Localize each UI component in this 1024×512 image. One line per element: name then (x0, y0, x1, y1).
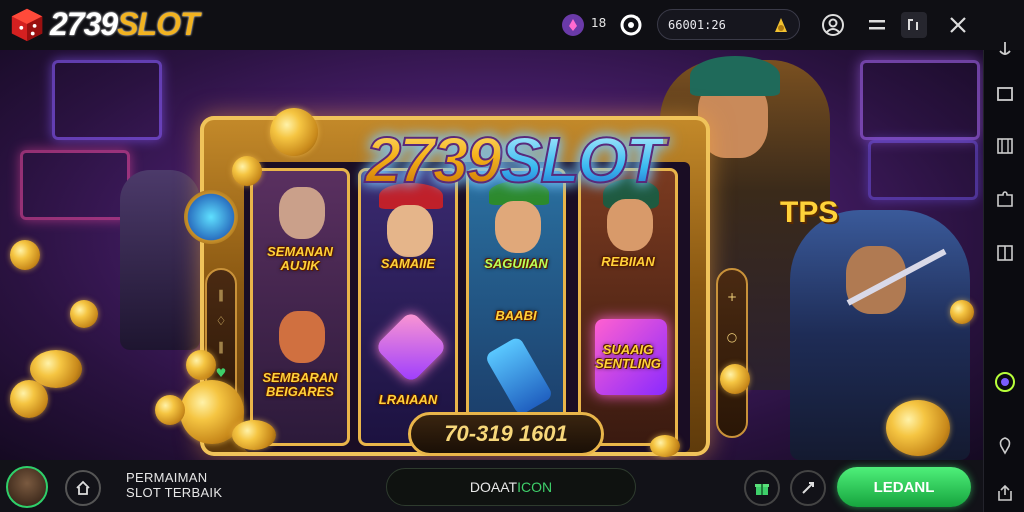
reel-1-character-bottom (279, 311, 325, 363)
wrench-icon (802, 482, 814, 494)
pin-icon[interactable] (992, 433, 1018, 459)
payout-plate: 70-319 1601 (408, 412, 604, 456)
gift-button[interactable] (744, 470, 780, 506)
coin-icon (270, 108, 318, 156)
reel-1-top-label: SEMANAN AUJIK (267, 244, 333, 273)
logo-text: 2739SLOT (50, 5, 200, 43)
window-icon[interactable] (992, 81, 1018, 107)
caption-line-2: SLOT TERBAIK (126, 485, 223, 500)
coin-icon (232, 156, 262, 186)
warrior-hair (690, 56, 780, 96)
reel-4-top-label: REBIIAN (601, 254, 655, 269)
coin-icon (10, 240, 40, 270)
reel-2-top-label: SAMAIIE (380, 256, 436, 271)
reel-1-character-top (279, 187, 325, 239)
reel-4-character-top (607, 199, 653, 251)
reel-3-top-label: SAGUIIAN (484, 256, 548, 271)
tools-button[interactable] (790, 470, 826, 506)
side-badge: TPS (780, 196, 839, 229)
gem-icon[interactable] (560, 12, 586, 38)
neon-sign-pink (20, 150, 130, 220)
neon-sign-right (860, 60, 980, 140)
film-icon[interactable] (992, 133, 1018, 159)
right-tool-rail (983, 42, 1024, 512)
plate-value: 70-319 1601 (444, 421, 568, 446)
app-window: 2739SLOT 18 66001:26 TPS ∥ ♢ ∥ ♥ + ○ SEM… (0, 0, 1024, 512)
coin-icon (186, 350, 216, 380)
caption-line-1: PERMAIMAN (126, 470, 208, 485)
coin-icon (886, 400, 950, 456)
top-bar: 2739SLOT 18 66001:26 (0, 0, 1024, 50)
cta-label: LEDANL (873, 478, 935, 496)
menu-icon[interactable] (864, 12, 890, 38)
refresh-icon[interactable] (618, 12, 644, 38)
marquee-word: SLOT (499, 123, 666, 197)
logo-cube-icon (11, 8, 43, 42)
coin-icon (650, 435, 680, 457)
reel-2-bottom-label: LRAIAAN (378, 392, 438, 407)
code-input[interactable]: DOAATICON (386, 468, 636, 506)
reel-1[interactable]: SEMANAN AUJIK SEMBARAN BEIGARES (250, 168, 350, 446)
reel-3-weapon-icon (484, 335, 554, 417)
emblem-icon (184, 190, 238, 244)
coin-icon (155, 395, 185, 425)
left-character (120, 170, 200, 350)
coin-icon (720, 364, 750, 394)
spinner-icon[interactable] (992, 369, 1018, 395)
input-prefix: DOAAT (469, 479, 518, 495)
home-icon (76, 480, 90, 495)
left-column-glyph-2: ♢ (215, 314, 227, 328)
reel-2-gem-icon (374, 310, 448, 384)
logo-word: SLOT (117, 5, 199, 42)
logo-number: 2739 (50, 5, 118, 42)
balance-value: 66001:26 (668, 17, 726, 32)
close-icon[interactable] (945, 12, 971, 38)
reel-3-bottom-label: BAABI (495, 308, 537, 323)
left-column-glyph-3: ∥ (218, 340, 224, 354)
game-stage[interactable]: TPS ∥ ♢ ∥ ♥ + ○ ▫ SEMANAN AUJIK SEMBARAN… (0, 50, 983, 460)
reel-4[interactable]: REBIIAN SUAAIG SENTLING (578, 168, 678, 446)
reel-2-character-top (387, 205, 433, 257)
coin-icon (232, 420, 276, 450)
footer-caption: PERMAIMAN SLOT TERBAIK (126, 470, 222, 500)
coin-icon (70, 300, 98, 328)
home-button[interactable] (65, 470, 101, 506)
balance-display[interactable]: 66001:26 (657, 9, 800, 40)
gift-icon (755, 484, 769, 495)
anchor-icon[interactable] (992, 36, 1018, 62)
reel-3[interactable]: SAGUIIAN BAABI (466, 168, 566, 446)
marquee-number: 2739 (364, 123, 502, 197)
profile-icon[interactable] (820, 12, 846, 38)
right-column-glyph-1: + (726, 290, 738, 304)
puzzle-icon[interactable] (992, 186, 1018, 212)
coin-icon (10, 380, 48, 418)
neon-sign-left (52, 60, 162, 140)
avatar[interactable] (6, 466, 48, 508)
share-icon[interactable] (992, 480, 1018, 506)
reel-4-bottom-label: SUAAIG SENTLING (595, 342, 661, 371)
primary-cta-button[interactable]: LEDANL (837, 467, 971, 507)
left-column-glyph-1: ∥ (218, 288, 224, 302)
split-view-icon[interactable] (992, 240, 1018, 266)
brand-logo[interactable]: 2739SLOT (8, 5, 200, 43)
coin-icon (950, 300, 974, 324)
neon-sign-right-lower (868, 140, 978, 200)
fullscreen-icon[interactable] (901, 12, 927, 38)
notification-count: 18 (591, 16, 607, 30)
reel-1-bottom-label: SEMBARAN BEIGARES (262, 370, 338, 399)
right-side-column: + ○ ▫ (716, 268, 748, 438)
reel-3-character-top (495, 201, 541, 253)
input-suffix: ICON (517, 479, 553, 495)
reel-2[interactable]: SAMAIIE LRAIAAN (358, 168, 458, 446)
coin-bag-icon (775, 18, 787, 32)
right-column-glyph-2: ○ (726, 330, 738, 344)
game-title-marquee: 2739SLOT (356, 120, 672, 200)
